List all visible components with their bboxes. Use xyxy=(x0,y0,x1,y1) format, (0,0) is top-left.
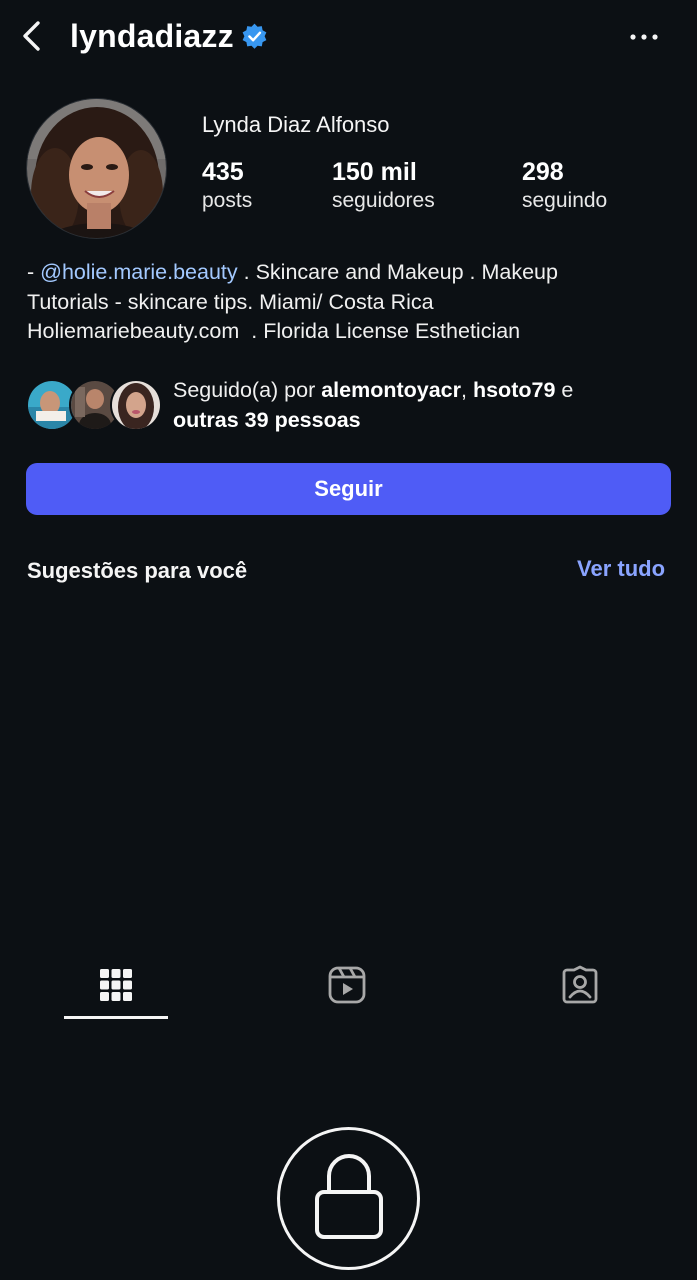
followed-by-prefix: Seguido(a) por xyxy=(173,378,322,402)
tagged-person-icon[interactable] xyxy=(560,965,600,1005)
bio-line-2: Tutorials - skincare tips. Miami/ Costa … xyxy=(27,289,434,314)
profile-username: lyndadiazz xyxy=(70,18,234,54)
bio-line-1: - @holie.marie.beauty . Skincare and Mak… xyxy=(27,258,677,288)
following-stat[interactable]: 298 seguindo xyxy=(522,157,607,214)
posts-label: posts xyxy=(202,189,253,212)
bio-line-3: Holiemariebeauty.com . Florida License E… xyxy=(27,319,521,343)
mutual-follower-1[interactable]: alemontoyacr xyxy=(321,378,461,402)
see-all-link[interactable]: Ver tudo xyxy=(577,555,665,583)
bio-mention-link[interactable]: @holie.marie.beauty xyxy=(40,260,238,284)
back-icon[interactable] xyxy=(14,18,50,54)
grid-icon[interactable] xyxy=(96,965,136,1005)
more-horizontal-icon[interactable] xyxy=(626,26,662,48)
following-count: 298 xyxy=(522,158,564,186)
reels-icon[interactable] xyxy=(327,965,367,1005)
active-tab-indicator xyxy=(64,1016,168,1019)
followed-by-text[interactable]: Seguido(a) por alemontoyacr, hsoto79 e o… xyxy=(173,376,673,435)
bio-prefix: - xyxy=(27,260,41,284)
posts-stat: 435 posts xyxy=(202,157,252,214)
mutual-followers-others[interactable]: outras 39 pessoas xyxy=(173,408,361,432)
followed-by-and: e xyxy=(555,378,574,402)
bio-line-1-text: . Skincare and Makeup . Makeup xyxy=(237,260,558,284)
followers-count: 150 mil xyxy=(332,158,417,186)
posts-count: 435 xyxy=(202,158,244,186)
suggestions-title: Sugestões para você xyxy=(27,558,248,583)
profile-avatar[interactable] xyxy=(26,98,167,239)
followers-label: seguidores xyxy=(332,189,435,212)
profile-full-name: Lynda Diaz Alfonso xyxy=(202,112,390,137)
mutual-follower-2[interactable]: hsoto79 xyxy=(473,378,555,402)
follow-button[interactable]: Seguir xyxy=(26,463,671,515)
profile-bio: - @holie.marie.beauty . Skincare and Mak… xyxy=(27,258,677,347)
verified-badge-icon xyxy=(242,23,267,49)
mutual-follower-avatar-3[interactable] xyxy=(110,379,162,431)
followers-stat[interactable]: 150 mil seguidores xyxy=(332,157,435,214)
followed-by-sep: , xyxy=(461,378,473,402)
following-label: seguindo xyxy=(522,189,608,212)
lock-icon xyxy=(315,1154,383,1239)
